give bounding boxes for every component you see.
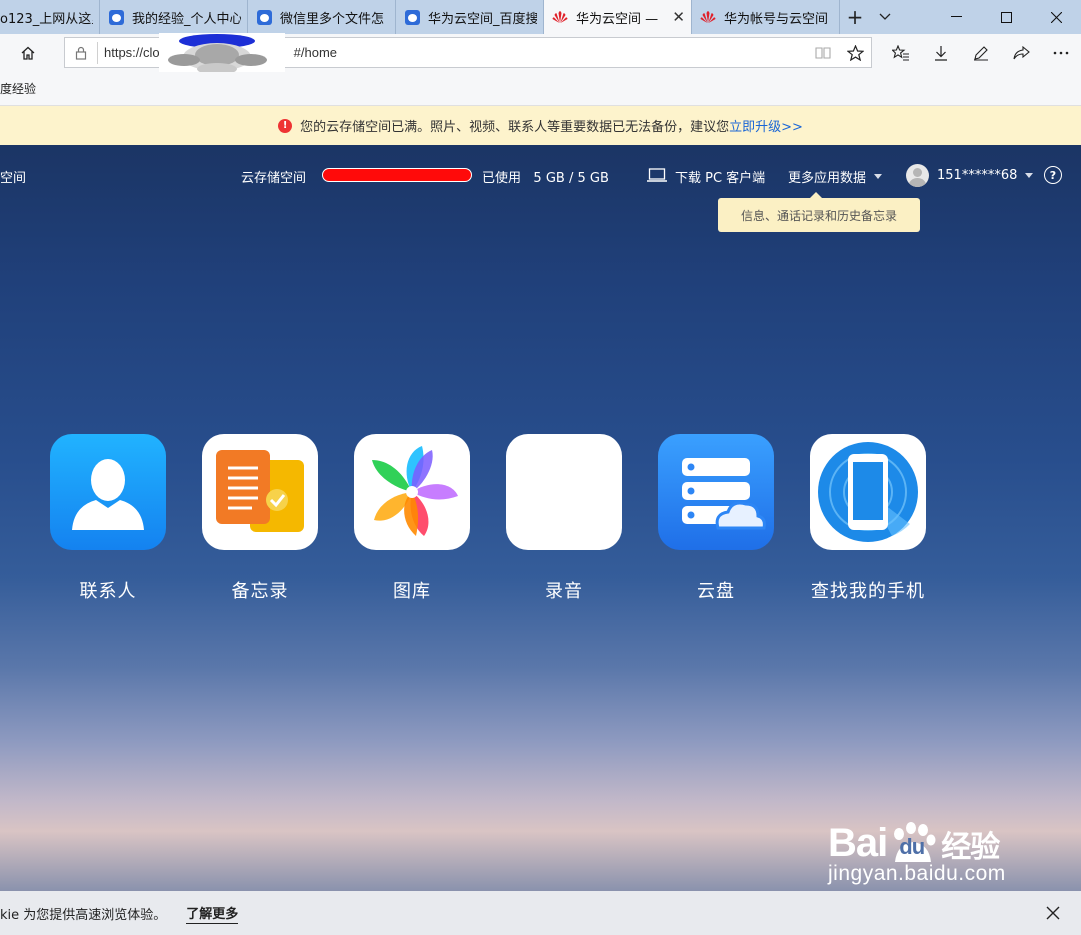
app-label: 云盘 [697,581,735,602]
url-suffix: #/home [293,45,338,60]
huawei-icon [552,9,568,25]
minimize-icon[interactable] [931,0,981,34]
help-icon[interactable]: ? [1044,166,1062,184]
watermark-brand: Bai du 经验 [828,821,1028,866]
app-find-phone[interactable]: 查找我的手机 [792,434,944,603]
storage-progress-bar [322,168,472,182]
tab-label: 华为云空间_百度搜 [428,11,537,27]
caret-down-icon [1025,173,1034,178]
browser-tab[interactable]: 华为帐号与云空间 [692,0,840,34]
cookie-text: kie 为您提供高速浏览体验。 [0,907,167,923]
caret-down-icon [874,174,883,179]
favorite-item[interactable]: 度经验 [0,80,36,97]
recorder-icon [506,434,622,550]
close-window-icon[interactable] [1031,0,1081,34]
app-label: 查找我的手机 [811,581,925,602]
download-pc-client[interactable]: 下载 PC 客户端 [647,167,765,186]
tab-label: 华为帐号与云空间 [724,11,829,27]
browser-tab[interactable]: o123_上网从这里 [0,0,100,34]
browser-tab-active[interactable]: 华为云空间 — ✕ [544,0,692,34]
download-label: 下载 PC 客户端 [675,171,766,186]
browser-tab[interactable]: 华为云空间_百度搜 [396,0,544,34]
home-icon[interactable] [0,34,56,72]
app-grid: 联系人 备忘录 图库 录音 云盘 查找我的手机 [0,434,1081,614]
baidu-jingyan-watermark: Bai du 经验 jingyan.baidu.com [828,821,1028,891]
watermark-du: du [899,833,925,859]
cloud-home: 空间 云存储空间 已使用 5 GB / 5 GB 下载 PC 客户端 更多应用数… [0,145,1081,891]
app-label: 备忘录 [231,581,289,602]
browser-tab[interactable]: 我的经验_个人中心 [100,0,248,34]
more-label: 更多应用数据 [788,171,867,186]
tooltip: 信息、通话记录和历史备忘录 [718,192,920,232]
close-tab-icon[interactable]: ✕ [672,8,685,26]
laptop-icon [647,167,667,186]
lock-icon [65,46,97,60]
app-label: 图库 [393,581,431,602]
avatar [906,164,929,187]
watermark-site: jingyan.baidu.com [828,862,1006,885]
window-controls [931,0,1081,34]
find-phone-icon [810,434,926,550]
tab-strip: o123_上网从这里 我的经验_个人中心 微信里多个文件怎 华为云空间_百度搜 … [0,0,1081,34]
upgrade-link[interactable]: 立即升级>> [729,116,803,135]
favorites-hub-icon[interactable] [881,34,921,72]
notice-text: 您的云存储空间已满。照片、视频、联系人等重要数据已无法备份，建议您 [300,120,730,135]
app-notes[interactable]: 备忘录 [184,434,336,603]
tab-label: 微信里多个文件怎 [280,11,385,27]
browser-tab[interactable]: 微信里多个文件怎 [248,0,396,34]
baidu-icon [404,9,420,25]
app-recorder[interactable]: 录音 [488,434,640,603]
toolbar-actions [881,34,1081,72]
more-icon[interactable] [1041,34,1081,72]
url-prefix: https://clo [104,45,160,60]
app-gallery[interactable]: 图库 [336,434,488,603]
notes-icon [202,434,318,550]
cloud-drive-icon [658,434,774,550]
storage-used-label: 已使用 [482,171,522,186]
app-label: 联系人 [79,581,137,602]
error-icon: ! [278,118,293,133]
paw-icon: du [889,821,937,866]
reading-view-icon[interactable] [807,46,839,60]
app-cloud-drive[interactable]: 云盘 [640,434,792,603]
account-menu[interactable]: 151******68 [906,164,1034,187]
download-icon[interactable] [921,34,961,72]
favorites-bar: 度经验 [0,72,1081,106]
tab-label: o123_上网从这里 [0,11,93,27]
favorite-star-icon[interactable] [839,44,871,61]
baidu-icon [256,9,272,25]
gallery-icon [354,434,470,550]
more-app-data-dropdown[interactable]: 更多应用数据 [788,167,883,186]
cookie-bar: kie 为您提供高速浏览体验。 了解更多 [0,891,1081,935]
new-tab-icon[interactable]: + [840,0,870,34]
tab-label: 华为云空间 — [576,11,659,27]
maximize-icon[interactable] [981,0,1031,34]
redaction-image [159,33,285,77]
pen-icon[interactable] [961,34,1001,72]
share-icon[interactable] [1001,34,1041,72]
contacts-icon [50,434,166,550]
app-contacts[interactable]: 联系人 [32,434,184,603]
storage-used: 已使用 5 GB / 5 GB [482,167,609,186]
account-name: 151******68 [937,168,1018,183]
watermark-bai: Bai [828,821,888,865]
storage-used-value: 5 GB / 5 GB [533,171,609,186]
baidu-icon [108,9,124,25]
app-label: 录音 [545,581,583,602]
huawei-icon [700,9,716,25]
learn-more-link[interactable]: 了解更多 [186,903,239,924]
site-title[interactable]: 空间 [0,167,26,186]
watermark-jingyan: 经验 [941,829,1000,865]
tab-label: 我的经验_个人中心 [132,11,241,27]
storage-label: 云存储空间 [241,171,307,186]
storage-full-notice: ! 您的云存储空间已满。照片、视频、联系人等重要数据已无法备份，建议您 立即升级>… [0,106,1081,145]
chevron-down-icon[interactable] [870,0,900,34]
close-icon[interactable] [1043,903,1063,923]
